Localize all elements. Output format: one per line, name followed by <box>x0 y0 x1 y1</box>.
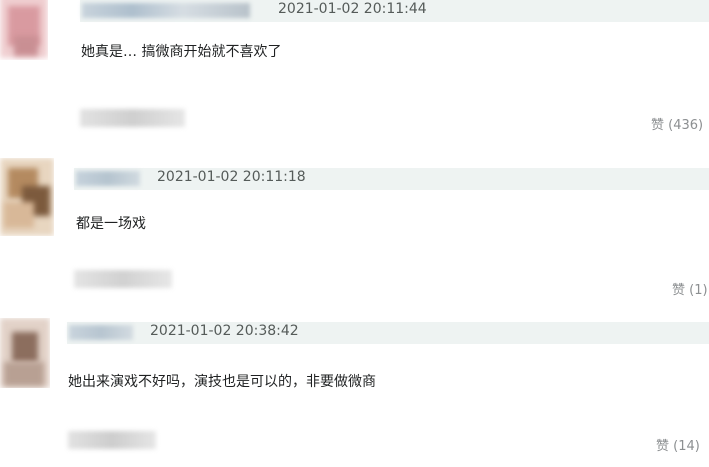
like-button[interactable]: 赞 (14) <box>656 435 700 454</box>
username[interactable] <box>69 325 133 340</box>
reply-actions[interactable] <box>68 431 156 449</box>
comment-timestamp: 2021-01-02 20:38:42 <box>150 323 299 339</box>
comment-text: 她出来演戏不好吗，演技也是可以的，非要做微商 <box>68 374 376 390</box>
avatar[interactable] <box>0 318 50 388</box>
comment-item: 2021-01-02 20:38:42 她出来演戏不好吗，演技也是可以的，非要做… <box>0 0 709 467</box>
comment-header: 2021-01-02 20:38:42 <box>67 322 709 344</box>
